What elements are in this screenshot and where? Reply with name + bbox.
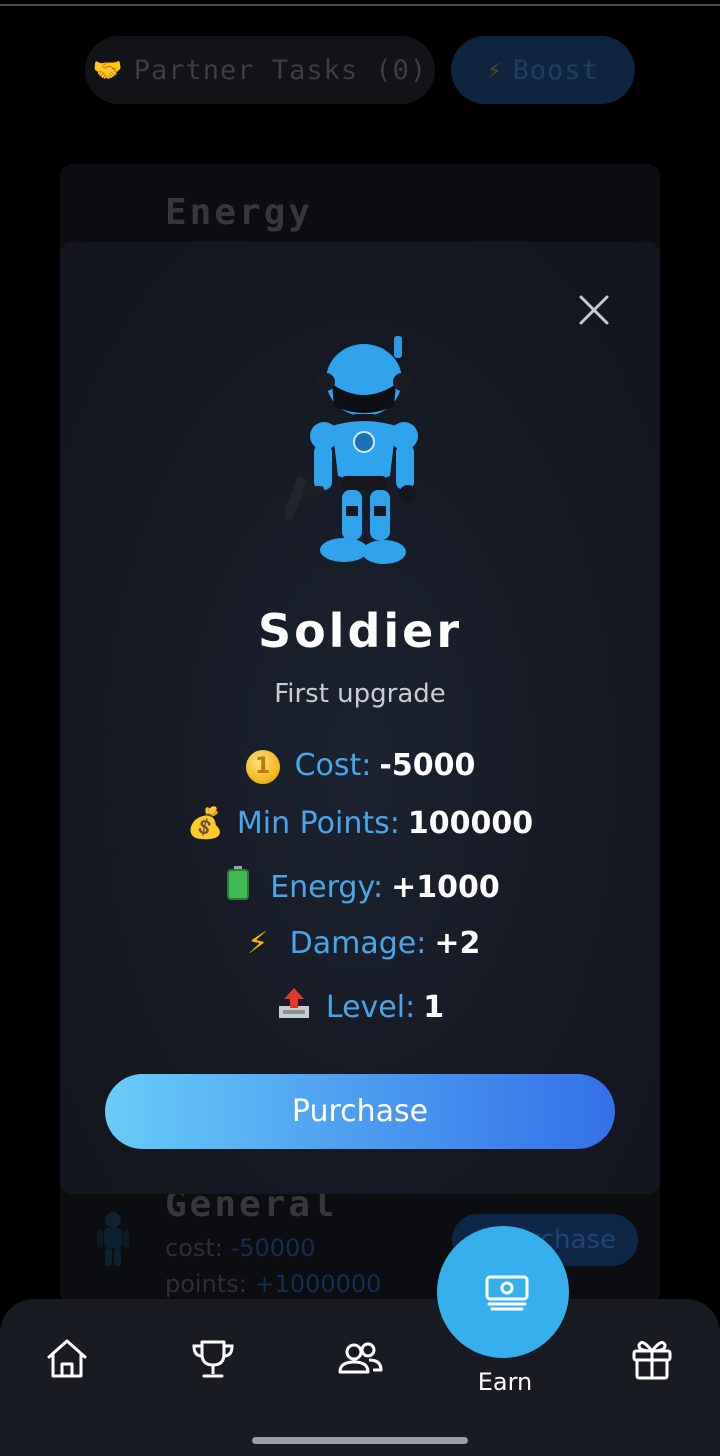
close-icon[interactable]: [574, 290, 614, 330]
top-divider: [0, 4, 720, 6]
upgrade-subtitle: First upgrade: [274, 679, 446, 709]
stat-min-points-label: Min Points:: [236, 806, 400, 841]
section-title-energy: Energy: [165, 192, 314, 233]
lightning-icon: ⚡: [487, 56, 503, 84]
stat-cost-label: Cost:: [294, 747, 372, 783]
general-cost-value: -50000: [230, 1234, 316, 1262]
tab-boost[interactable]: ⚡ Boost: [451, 36, 635, 104]
purchase-button[interactable]: Purchase: [105, 1074, 615, 1149]
trophy-icon[interactable]: [188, 1334, 238, 1384]
stat-energy-label: Energy:: [270, 869, 384, 905]
stat-energy-value: +1000: [391, 869, 500, 905]
earn-nav-label: Earn: [477, 1368, 533, 1396]
stat-damage-label: Damage:: [289, 926, 427, 961]
tab-boost-label: Boost: [512, 54, 599, 86]
home-icon[interactable]: [42, 1334, 92, 1384]
general-cost-label: cost:: [165, 1234, 231, 1262]
battery-icon: [220, 866, 256, 908]
general-robot-thumbnail: [97, 1212, 129, 1266]
stat-damage-value: +2: [434, 926, 481, 961]
general-points-value: +1000000: [254, 1270, 382, 1298]
upgrade-title: Soldier: [257, 604, 463, 658]
stat-energy: Energy: +1000: [0, 866, 720, 908]
stat-cost: 1 Cost: -5000: [0, 746, 720, 784]
level-up-icon: [276, 986, 312, 1028]
lightning-icon: ⚡: [247, 926, 269, 961]
money-bag-icon: 💰: [186, 806, 225, 841]
soldier-robot-image: [286, 336, 418, 564]
stat-min-points: 💰 Min Points: 100000: [0, 806, 720, 841]
cash-icon: [485, 1275, 529, 1311]
general-item-points: points: +1000000: [165, 1270, 381, 1298]
coin-icon: 1: [245, 746, 281, 784]
general-item-cost: cost: -50000: [165, 1234, 316, 1262]
stat-min-points-value: 100000: [407, 806, 534, 841]
handshake-icon: 🤝: [92, 56, 124, 84]
home-indicator[interactable]: [252, 1437, 468, 1444]
friends-icon[interactable]: [335, 1334, 385, 1384]
stat-damage: ⚡ Damage: +2: [0, 926, 720, 961]
stat-level-label: Level:: [325, 989, 416, 1025]
general-points-label: points:: [165, 1270, 255, 1298]
tab-partner-tasks[interactable]: 🤝 Partner Tasks (0): [85, 36, 435, 104]
top-tabs: 🤝 Partner Tasks (0) ⚡ Boost: [0, 36, 720, 104]
stat-level: Level: 1: [0, 986, 720, 1028]
stat-level-value: 1: [423, 989, 445, 1025]
gift-icon[interactable]: [627, 1334, 677, 1384]
tab-partner-tasks-label: Partner Tasks (0): [133, 54, 428, 86]
stat-cost-value: -5000: [379, 747, 476, 783]
